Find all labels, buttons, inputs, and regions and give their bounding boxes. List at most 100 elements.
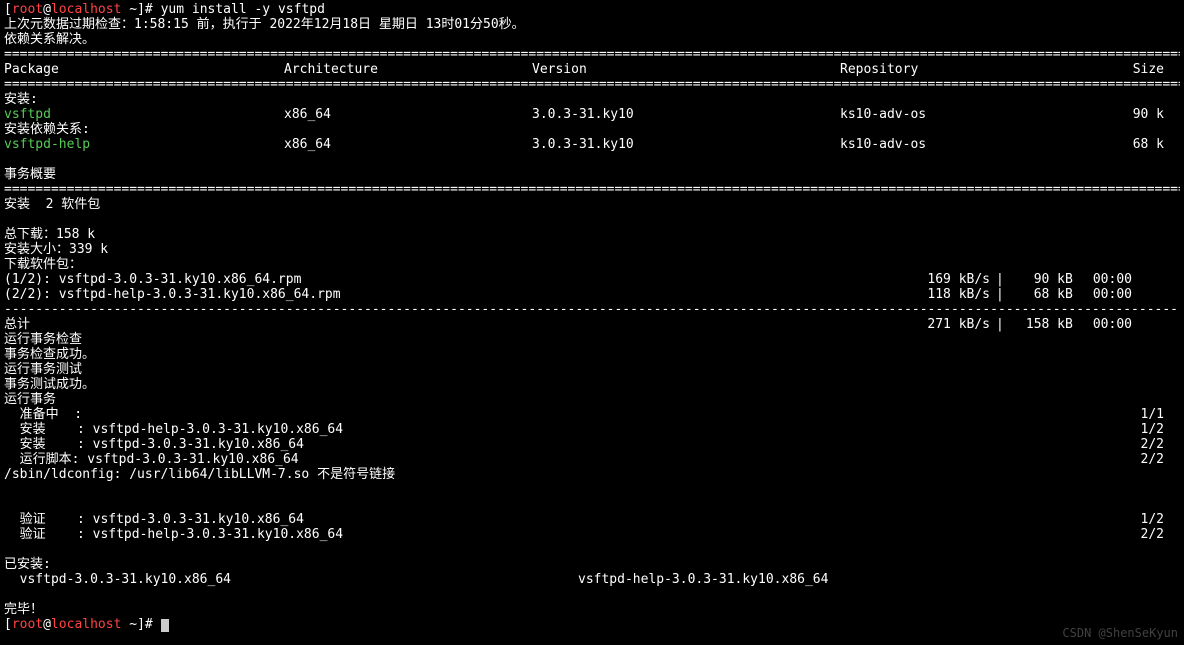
installed-pkg: vsftpd-help-3.0.3-31.ky10.x86_64 bbox=[578, 572, 1158, 587]
section-summary: 事务概要 bbox=[4, 167, 1180, 182]
download-time: 00:00 bbox=[1073, 272, 1132, 287]
trans-check-ok: 事务检查成功。 bbox=[4, 347, 1180, 362]
prompt-host: localhost bbox=[51, 617, 121, 632]
section-installing: 安装: bbox=[4, 92, 1180, 107]
prompt-tilde: ~ bbox=[121, 2, 137, 17]
prompt-user: root bbox=[12, 2, 43, 17]
prompt-tilde: ~ bbox=[121, 617, 137, 632]
step-text: 运行脚本: vsftpd-3.0.3-31.ky10.x86_64 bbox=[4, 452, 1124, 467]
summary-count: 安装 2 软件包 bbox=[4, 197, 1180, 212]
bracket-close: ]# bbox=[137, 617, 160, 632]
step-count: 1/2 bbox=[1124, 422, 1164, 437]
section-deps: 安装依赖关系: bbox=[4, 122, 1180, 137]
download-row: (1/2): vsftpd-3.0.3-31.ky10.x86_64.rpm 1… bbox=[4, 272, 1132, 287]
total-size: 158 kB bbox=[1010, 317, 1073, 332]
download-speed: 169 kB/s bbox=[911, 272, 990, 287]
blank-line bbox=[4, 482, 1180, 497]
package-name: vsftpd bbox=[4, 107, 284, 122]
total-time: 00:00 bbox=[1073, 317, 1132, 332]
verify-row: 验证 : vsftpd-help-3.0.3-31.ky10.x86_642/2 bbox=[4, 527, 1164, 542]
table-row: vsftpd-help x86_64 3.0.3-31.ky10 ks10-ad… bbox=[4, 137, 1164, 152]
step-count: 2/2 bbox=[1124, 437, 1164, 452]
package-version: 3.0.3-31.ky10 bbox=[532, 137, 840, 152]
installed-list: vsftpd-3.0.3-31.ky10.x86_64 vsftpd-help-… bbox=[4, 572, 1164, 587]
table-header: Package Architecture Version Repository … bbox=[4, 62, 1164, 77]
prompt-line-2[interactable]: [root@localhost ~]# bbox=[4, 617, 1180, 632]
blank-line bbox=[4, 542, 1180, 557]
dependencies-resolved: 依赖关系解决。 bbox=[4, 32, 1180, 47]
cursor-icon bbox=[161, 619, 169, 632]
download-label: (2/2): vsftpd-help-3.0.3-31.ky10.x86_64.… bbox=[4, 287, 911, 302]
prompt-host: localhost bbox=[51, 2, 121, 17]
bracket-close: ]# bbox=[137, 2, 160, 17]
watermark-text: CSDN @ShenSeKyun bbox=[1062, 626, 1178, 641]
header-arch: Architecture bbox=[284, 62, 532, 77]
step-text: 安装 : vsftpd-help-3.0.3-31.ky10.x86_64 bbox=[4, 422, 1124, 437]
package-arch: x86_64 bbox=[284, 137, 532, 152]
trans-run-test: 运行事务测试 bbox=[4, 362, 1180, 377]
rule-equals: ========================================… bbox=[4, 77, 1180, 92]
total-download: 总下载：158 k bbox=[4, 227, 1180, 242]
download-total-row: 总计 271 kB/s | 158 kB 00:00 bbox=[4, 317, 1132, 332]
step-count: 2/2 bbox=[1124, 452, 1164, 467]
complete-label: 完毕！ bbox=[4, 602, 1180, 617]
installed-pkg: vsftpd-3.0.3-31.ky10.x86_64 bbox=[4, 572, 578, 587]
trans-run-check: 运行事务检查 bbox=[4, 332, 1180, 347]
step-text: 准备中 : bbox=[4, 407, 1124, 422]
package-size: 68 k bbox=[1114, 137, 1164, 152]
step-count: 1/1 bbox=[1124, 407, 1164, 422]
download-time: 00:00 bbox=[1073, 287, 1132, 302]
prompt-user: root bbox=[12, 617, 43, 632]
download-bar: | bbox=[990, 272, 1010, 287]
blank-line bbox=[4, 587, 1180, 602]
rule-dashes: ----------------------------------------… bbox=[4, 302, 1180, 317]
at-sign: @ bbox=[43, 617, 51, 632]
package-repo: ks10-adv-os bbox=[840, 137, 1114, 152]
terminal-window[interactable]: [root@localhost ~]# yum install -y vsftp… bbox=[0, 0, 1184, 645]
verify-text: 验证 : vsftpd-help-3.0.3-31.ky10.x86_64 bbox=[4, 527, 1124, 542]
downloading-header: 下载软件包： bbox=[4, 257, 1180, 272]
header-package: Package bbox=[4, 62, 284, 77]
total-speed: 271 kB/s bbox=[911, 317, 990, 332]
installed-header: 已安装: bbox=[4, 557, 1180, 572]
bracket-open: [ bbox=[4, 2, 12, 17]
table-row: vsftpd x86_64 3.0.3-31.ky10 ks10-adv-os … bbox=[4, 107, 1164, 122]
package-name: vsftpd-help bbox=[4, 137, 284, 152]
step-row: 准备中 :1/1 bbox=[4, 407, 1164, 422]
total-bar: | bbox=[990, 317, 1010, 332]
step-row: 运行脚本: vsftpd-3.0.3-31.ky10.x86_642/2 bbox=[4, 452, 1164, 467]
step-text: 安装 : vsftpd-3.0.3-31.ky10.x86_64 bbox=[4, 437, 1124, 452]
rule-equals: ========================================… bbox=[4, 182, 1180, 197]
download-speed: 118 kB/s bbox=[911, 287, 990, 302]
verify-count: 2/2 bbox=[1124, 527, 1164, 542]
ldconfig-warning: /sbin/ldconfig: /usr/lib64/libLLVM-7.so … bbox=[4, 467, 1180, 482]
header-size: Size bbox=[1114, 62, 1164, 77]
trans-run: 运行事务 bbox=[4, 392, 1180, 407]
package-version: 3.0.3-31.ky10 bbox=[532, 107, 840, 122]
trans-test-ok: 事务测试成功。 bbox=[4, 377, 1180, 392]
download-row: (2/2): vsftpd-help-3.0.3-31.ky10.x86_64.… bbox=[4, 287, 1132, 302]
download-label: (1/2): vsftpd-3.0.3-31.ky10.x86_64.rpm bbox=[4, 272, 911, 287]
download-size: 90 kB bbox=[1010, 272, 1073, 287]
step-row: 安装 : vsftpd-help-3.0.3-31.ky10.x86_641/2 bbox=[4, 422, 1164, 437]
download-size: 68 kB bbox=[1010, 287, 1073, 302]
last-metadata-check: 上次元数据过期检查：1:58:15 前，执行于 2022年12月18日 星期日 … bbox=[4, 17, 1180, 32]
at-sign: @ bbox=[43, 2, 51, 17]
verify-row: 验证 : vsftpd-3.0.3-31.ky10.x86_641/2 bbox=[4, 512, 1164, 527]
prompt-line-1: [root@localhost ~]# yum install -y vsftp… bbox=[4, 2, 1180, 17]
header-version: Version bbox=[532, 62, 840, 77]
package-size: 90 k bbox=[1114, 107, 1164, 122]
command-text: yum install -y vsftpd bbox=[161, 2, 325, 17]
download-bar: | bbox=[990, 287, 1010, 302]
blank-line bbox=[4, 497, 1180, 512]
package-arch: x86_64 bbox=[284, 107, 532, 122]
verify-count: 1/2 bbox=[1124, 512, 1164, 527]
installed-size: 安装大小：339 k bbox=[4, 242, 1180, 257]
header-repo: Repository bbox=[840, 62, 1114, 77]
step-row: 安装 : vsftpd-3.0.3-31.ky10.x86_642/2 bbox=[4, 437, 1164, 452]
blank-line bbox=[4, 152, 1180, 167]
bracket-open: [ bbox=[4, 617, 12, 632]
verify-text: 验证 : vsftpd-3.0.3-31.ky10.x86_64 bbox=[4, 512, 1124, 527]
package-repo: ks10-adv-os bbox=[840, 107, 1114, 122]
rule-equals: ========================================… bbox=[4, 47, 1180, 62]
